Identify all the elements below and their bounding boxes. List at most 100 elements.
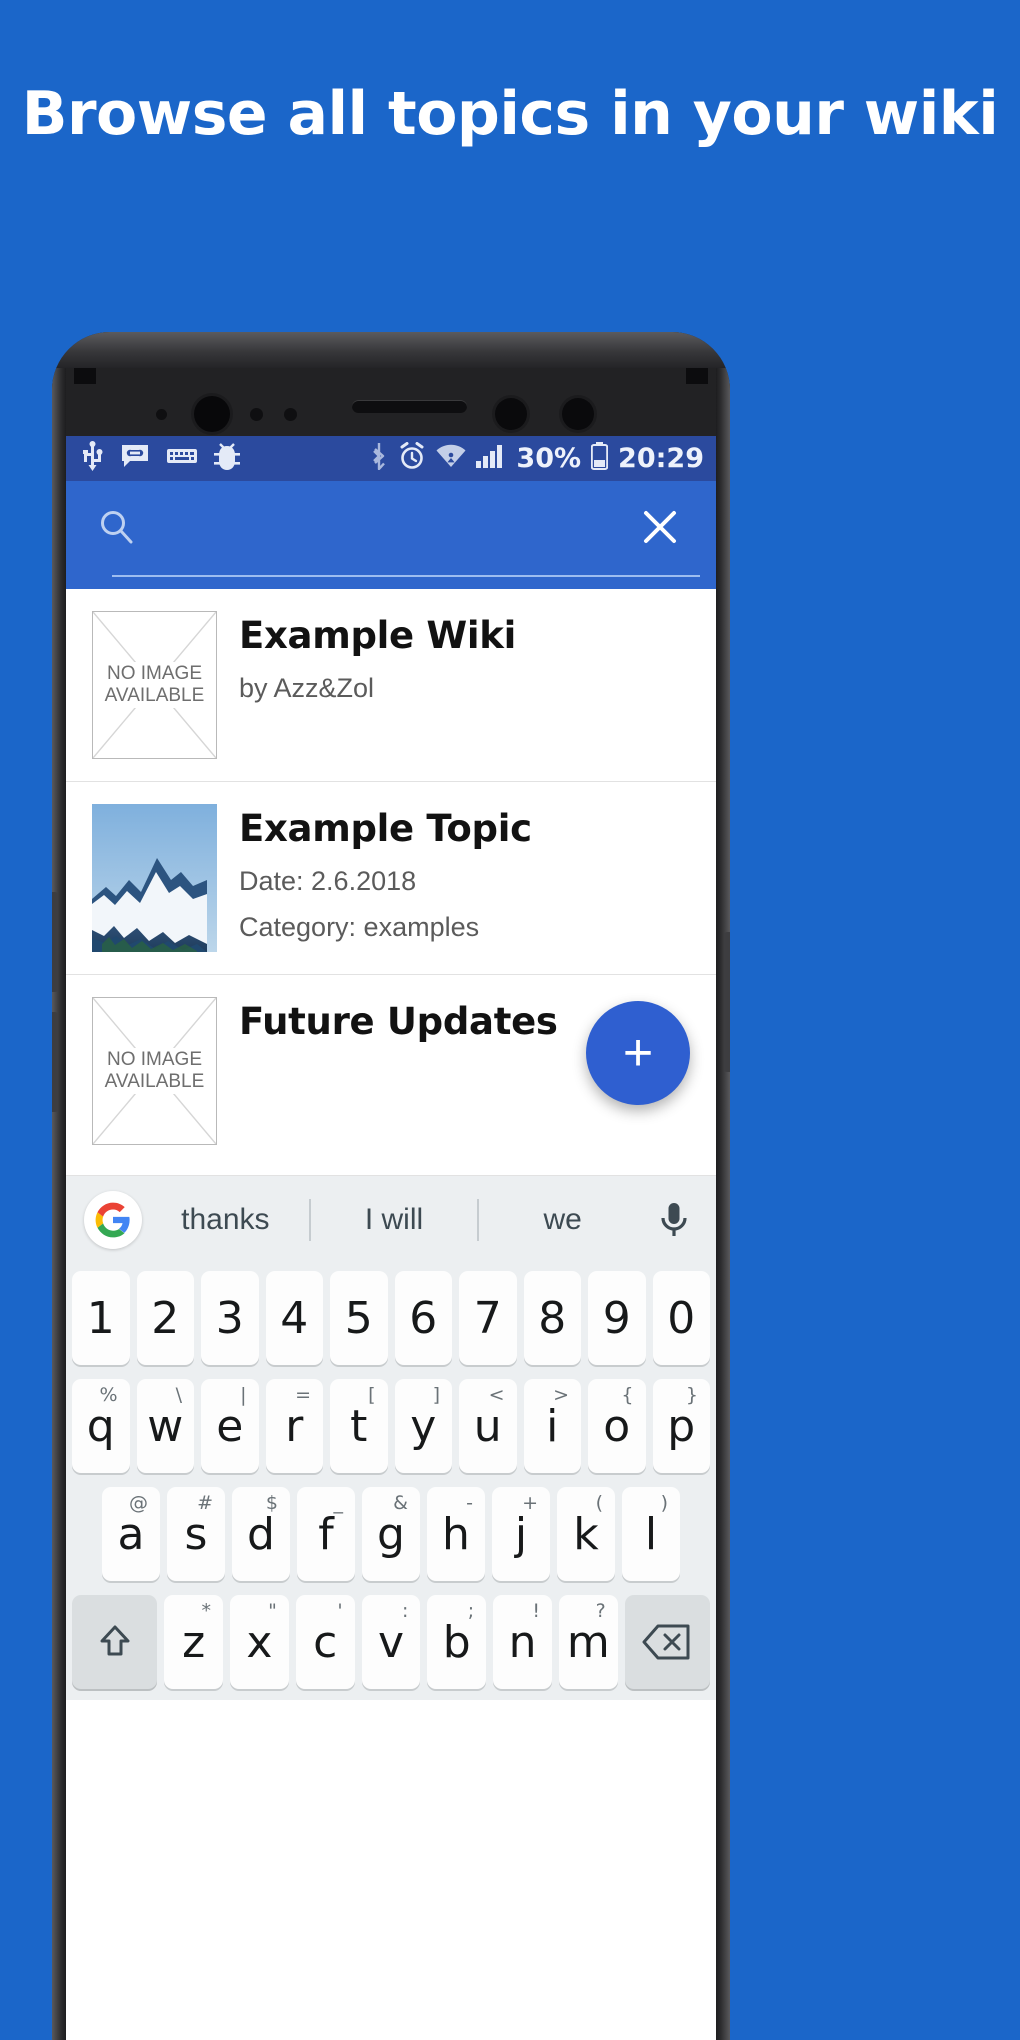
signal-icon xyxy=(476,444,506,473)
search-icon xyxy=(96,507,136,547)
key-t[interactable]: [t xyxy=(330,1379,388,1473)
placeholder-line-1: NO IMAGE xyxy=(106,662,202,684)
add-button[interactable]: + xyxy=(586,1001,690,1105)
placeholder-line-2: AVAILABLE xyxy=(104,685,205,706)
key-d[interactable]: $ d xyxy=(232,1487,290,1581)
light-sensor-icon xyxy=(250,408,263,421)
suggestion-2[interactable]: I will xyxy=(311,1203,478,1237)
key-b[interactable]: ; b xyxy=(427,1595,487,1689)
list-item-title: Future Updates xyxy=(239,1000,558,1043)
key-v[interactable]: :v xyxy=(361,1595,421,1689)
voicemail-icon xyxy=(120,443,150,474)
key-2[interactable]: 2 xyxy=(136,1271,194,1365)
proximity-sensor-icon xyxy=(156,409,167,420)
key-6[interactable]: 6 xyxy=(394,1271,452,1365)
key-h[interactable]: -h xyxy=(427,1487,485,1581)
battery-icon xyxy=(590,442,609,475)
front-camera-icon xyxy=(194,396,230,432)
key-5[interactable]: 5 xyxy=(330,1271,388,1365)
phone-right-edge xyxy=(716,368,730,2040)
wifi-icon xyxy=(436,444,466,473)
search-input[interactable] xyxy=(136,509,634,545)
power-button[interactable] xyxy=(724,932,730,1072)
list-item-subtitle: by Azz&Zol xyxy=(239,672,375,703)
key-n[interactable]: ! n xyxy=(493,1595,552,1689)
screenshot-root: Browse all topics in your wiki 30% 20:29… xyxy=(0,0,1020,2040)
topic-list: NO IMAGE AVAILABLE Example Wiki by Azz&Z… xyxy=(66,589,716,1176)
key-u[interactable]: < u xyxy=(459,1379,517,1473)
key-z[interactable]: * z xyxy=(164,1595,224,1689)
placeholder-line-2: AVAILABLE xyxy=(104,1071,205,1092)
list-item[interactable]: NO IMAGE AVAILABLE Example Wiki by Azz&Z… xyxy=(66,589,716,782)
key-i[interactable]: > i xyxy=(523,1379,581,1473)
volume-down-button[interactable] xyxy=(52,1012,58,1112)
backspace-icon[interactable] xyxy=(624,1595,710,1689)
keyboard-row-home: @ a # s $ d _ f & g -h + j (k ) l xyxy=(66,1480,716,1588)
search-underline xyxy=(112,575,700,577)
phone-left-edge xyxy=(52,368,66,2040)
keyboard-row-numbers: 1 2 3 4 5 6 7 8 9 0 xyxy=(66,1264,716,1372)
key-8[interactable]: 8 xyxy=(523,1271,581,1365)
usb-icon xyxy=(82,441,103,476)
key-l[interactable]: ) l xyxy=(622,1487,680,1581)
shift-icon[interactable] xyxy=(72,1595,158,1689)
status-bar-left-icons xyxy=(82,441,240,476)
earpiece-speaker xyxy=(352,400,467,413)
battery-percent: 30% xyxy=(516,443,582,474)
list-item-category: Category: examples xyxy=(239,911,480,942)
status-bar-right-icons: 30% 20:29 xyxy=(370,442,704,475)
no-image-placeholder: NO IMAGE AVAILABLE xyxy=(92,611,217,759)
list-item-date: Date: 2.6.2018 xyxy=(239,865,417,896)
key-7[interactable]: 7 xyxy=(459,1271,517,1365)
suggestion-3[interactable]: we xyxy=(479,1203,646,1237)
key-q[interactable]: % q xyxy=(72,1379,130,1473)
key-e[interactable]: | e xyxy=(201,1379,259,1473)
key-x[interactable]: " x xyxy=(230,1595,289,1689)
key-g[interactable]: & g xyxy=(362,1487,420,1581)
key-w[interactable]: \ w xyxy=(136,1379,194,1473)
key-f[interactable]: _ f xyxy=(297,1487,355,1581)
key-y[interactable]: ] y xyxy=(394,1379,452,1473)
page-title: Browse all topics in your wiki xyxy=(21,79,999,149)
list-item-body: Example Wiki by Azz&Zol xyxy=(239,611,516,704)
key-9[interactable]: 9 xyxy=(588,1271,646,1365)
key-c[interactable]: ' c xyxy=(295,1595,355,1689)
suggestion-bar: thanks I will we xyxy=(66,1176,716,1264)
keyboard-icon xyxy=(167,445,197,472)
phone-screen: 30% 20:29 NO IMAGE AVAILABLE Example Wik… xyxy=(66,436,716,2040)
phone-mockup: 30% 20:29 NO IMAGE AVAILABLE Example Wik… xyxy=(52,332,730,2040)
bluetooth-icon xyxy=(370,442,388,475)
key-o[interactable]: {o xyxy=(588,1379,646,1473)
key-0[interactable]: 0 xyxy=(652,1271,710,1365)
keyboard-row-bottom: * z " x ' c :v ; b ! n ? m xyxy=(66,1588,716,1696)
debug-bug-icon xyxy=(214,441,240,476)
key-j[interactable]: + j xyxy=(492,1487,550,1581)
status-bar: 30% 20:29 xyxy=(66,436,716,481)
key-a[interactable]: @ a xyxy=(102,1487,160,1581)
microphone-icon[interactable] xyxy=(652,1197,698,1243)
list-item[interactable]: NO IMAGE AVAILABLE Future Updates + xyxy=(66,975,716,1176)
close-icon[interactable] xyxy=(634,501,686,553)
key-3[interactable]: 3 xyxy=(201,1271,259,1365)
topic-thumbnail xyxy=(92,804,217,952)
search-app-bar xyxy=(66,481,716,589)
no-image-placeholder: NO IMAGE AVAILABLE xyxy=(92,997,217,1145)
key-p[interactable]: } p xyxy=(652,1379,710,1473)
secondary-camera-icon xyxy=(562,398,594,430)
iris-scanner-icon xyxy=(495,398,527,430)
volume-button[interactable] xyxy=(52,892,58,992)
key-1[interactable]: 1 xyxy=(72,1271,130,1365)
key-r[interactable]: = r xyxy=(265,1379,323,1473)
key-4[interactable]: 4 xyxy=(265,1271,323,1365)
key-m[interactable]: ? m xyxy=(558,1595,618,1689)
phone-top-bezel xyxy=(52,332,730,368)
placeholder-line-1: NO IMAGE xyxy=(106,1048,202,1070)
google-g-icon[interactable] xyxy=(84,1191,142,1249)
list-item[interactable]: Example Topic Date: 2.6.2018 Category: e… xyxy=(66,782,716,975)
key-s[interactable]: # s xyxy=(167,1487,225,1581)
suggestion-1[interactable]: thanks xyxy=(142,1203,309,1237)
list-item-title: Example Wiki xyxy=(239,614,516,657)
list-item-body: Future Updates xyxy=(239,997,558,1044)
key-k[interactable]: (k xyxy=(557,1487,615,1581)
alarm-icon xyxy=(398,442,426,475)
